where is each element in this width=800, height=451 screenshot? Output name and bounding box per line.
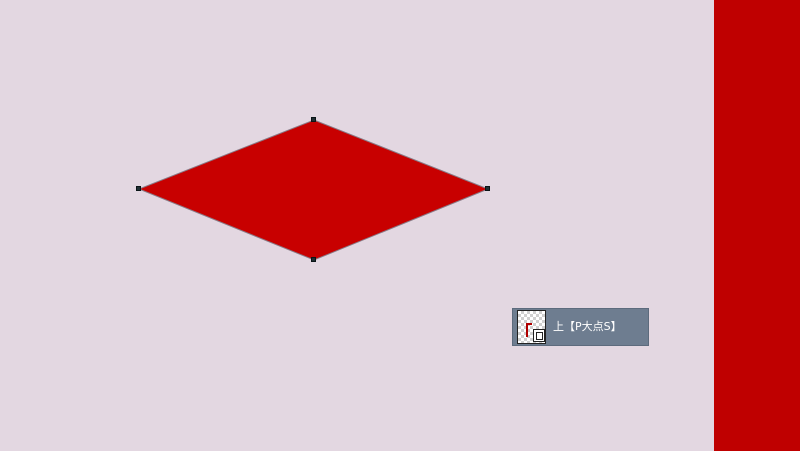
diamond-shape-svg	[137, 119, 490, 261]
anchor-point-bottom[interactable]	[311, 257, 316, 262]
anchor-point-top[interactable]	[311, 117, 316, 122]
layer-badge[interactable]: 上【P大点S】	[512, 308, 649, 346]
vector-shape-icon	[533, 329, 545, 342]
canvas[interactable]: 上【P大点S】	[0, 0, 714, 451]
diamond-shape[interactable]	[137, 119, 490, 261]
right-panel	[714, 0, 800, 451]
anchor-point-right[interactable]	[485, 186, 490, 191]
layer-thumbnail-mark	[526, 323, 532, 337]
anchor-point-left[interactable]	[136, 186, 141, 191]
layer-name-label: 上【P大点S】	[553, 320, 622, 333]
